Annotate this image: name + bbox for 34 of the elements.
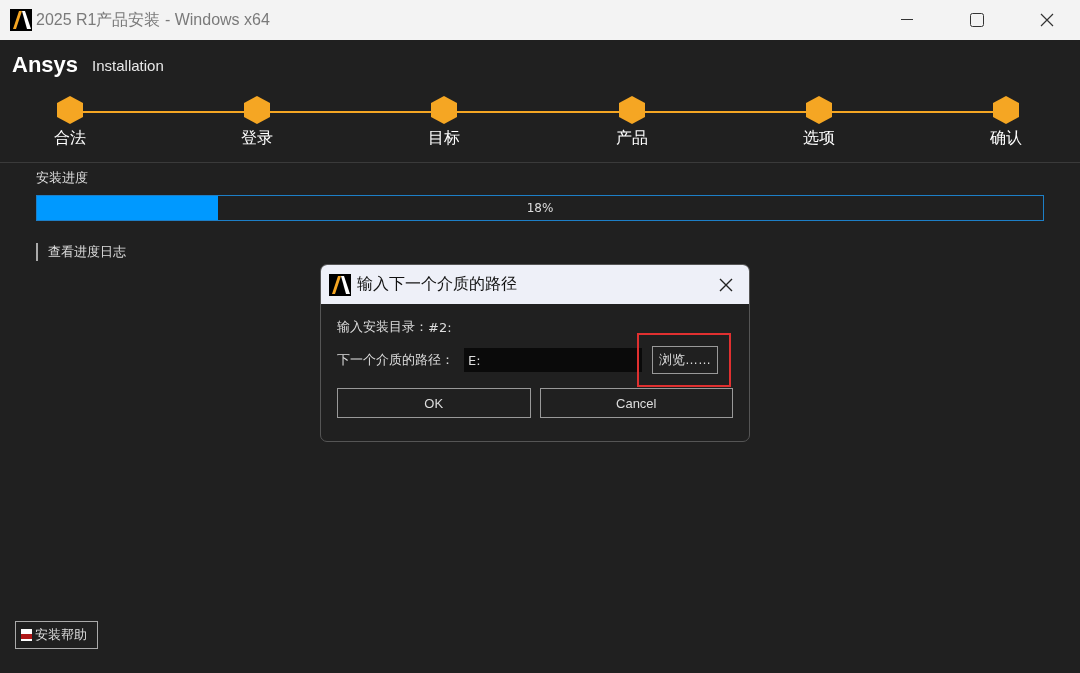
step-hexagon-icon (618, 96, 645, 124)
step-hexagon-icon (992, 96, 1019, 124)
brand-logo: Ansys (12, 52, 79, 78)
window-title: 2025 R1产品安装 - Windows x64 (36, 9, 270, 30)
path-field[interactable]: E: (464, 348, 642, 372)
minimize-icon (901, 19, 913, 21)
dialog-button[interactable]: Cancel (539, 388, 733, 418)
step-label: 合法 (54, 128, 86, 149)
progress-reading: 18% (525, 201, 555, 215)
step-label: 产品 (615, 128, 648, 149)
path-label: 下一个介质的路径： (337, 351, 454, 369)
pdf-icon (21, 629, 32, 641)
install-dir-value: #2: (428, 319, 452, 335)
ansys-logo-icon (10, 9, 32, 31)
close-icon (1040, 13, 1054, 27)
install-dir-label: 输入安装目录： (337, 318, 428, 336)
step-hexagon-icon (431, 96, 458, 124)
step-label: 目标 (428, 128, 461, 149)
browse-button[interactable]: 浏览…… (652, 346, 718, 374)
close-icon (719, 277, 733, 292)
step-label: 确认 (989, 128, 1022, 149)
step-label: 登录 (241, 128, 274, 149)
view-log-link[interactable]: 查看进度日志 (36, 243, 126, 261)
progress-label: 安装进度 (36, 169, 89, 187)
help-button[interactable]: 安装帮助 (15, 621, 98, 649)
maximize-icon (970, 13, 984, 27)
step-label: 选项 (802, 128, 835, 149)
header-subtitle: Installation (92, 56, 164, 74)
step-hexagon-icon (805, 96, 832, 124)
step-hexagon-icon (244, 96, 271, 124)
dialog-button[interactable]: OK (337, 388, 531, 418)
dialog-title: 输入下一个介质的路径 (357, 274, 518, 295)
step-hexagon-icon (57, 96, 83, 124)
ansys-logo-icon (329, 273, 351, 296)
